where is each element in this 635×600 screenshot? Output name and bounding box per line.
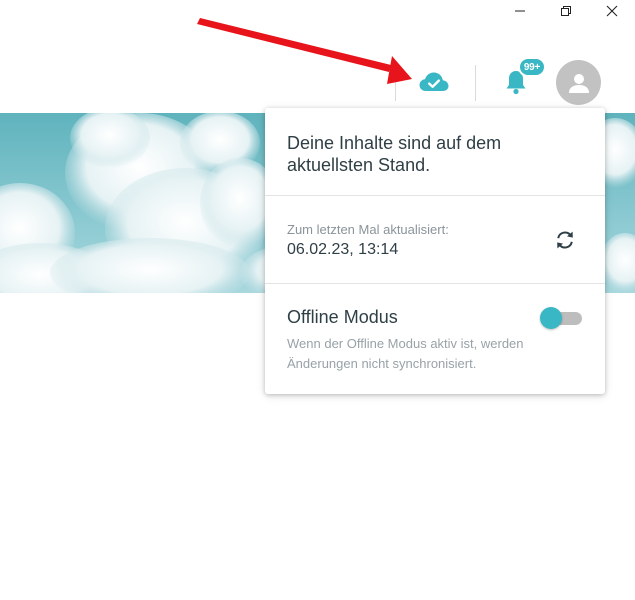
sync-status-popup: Deine Inhalte sind auf dem aktuellsten S… [265, 108, 605, 394]
offline-mode-description: Wenn der Offline Modus aktiv ist, werden… [287, 336, 524, 371]
restore-icon [561, 6, 571, 16]
offline-mode-toggle[interactable] [540, 307, 584, 329]
last-update-label: Zum letzten Mal aktualisiert: [287, 222, 449, 237]
refresh-icon [557, 231, 573, 249]
restore-button[interactable] [543, 0, 589, 22]
user-avatar-button[interactable] [556, 60, 601, 105]
minimize-button[interactable] [497, 0, 543, 22]
app-window: 99+ Deine Inhalte sind auf dem aktuellst… [0, 0, 635, 600]
sync-status-button[interactable] [417, 67, 451, 97]
sync-status-text: Deine Inhalte sind auf dem aktuellsten S… [287, 133, 502, 175]
close-button[interactable] [589, 0, 635, 22]
header-divider [475, 65, 476, 101]
popup-divider [265, 195, 605, 196]
window-controls [497, 0, 635, 22]
offline-mode-title: Offline Modus [287, 307, 398, 327]
cloud-check-icon [419, 72, 449, 91]
popup-divider [265, 283, 605, 284]
header-divider [395, 65, 396, 101]
notification-count-badge: 99+ [518, 57, 546, 77]
user-icon [568, 73, 589, 93]
minimize-icon [515, 10, 525, 12]
last-update-value: 06.02.23, 13:14 [287, 241, 399, 258]
toggle-knob [540, 307, 562, 329]
refresh-button[interactable] [552, 227, 578, 253]
close-icon [606, 5, 618, 17]
